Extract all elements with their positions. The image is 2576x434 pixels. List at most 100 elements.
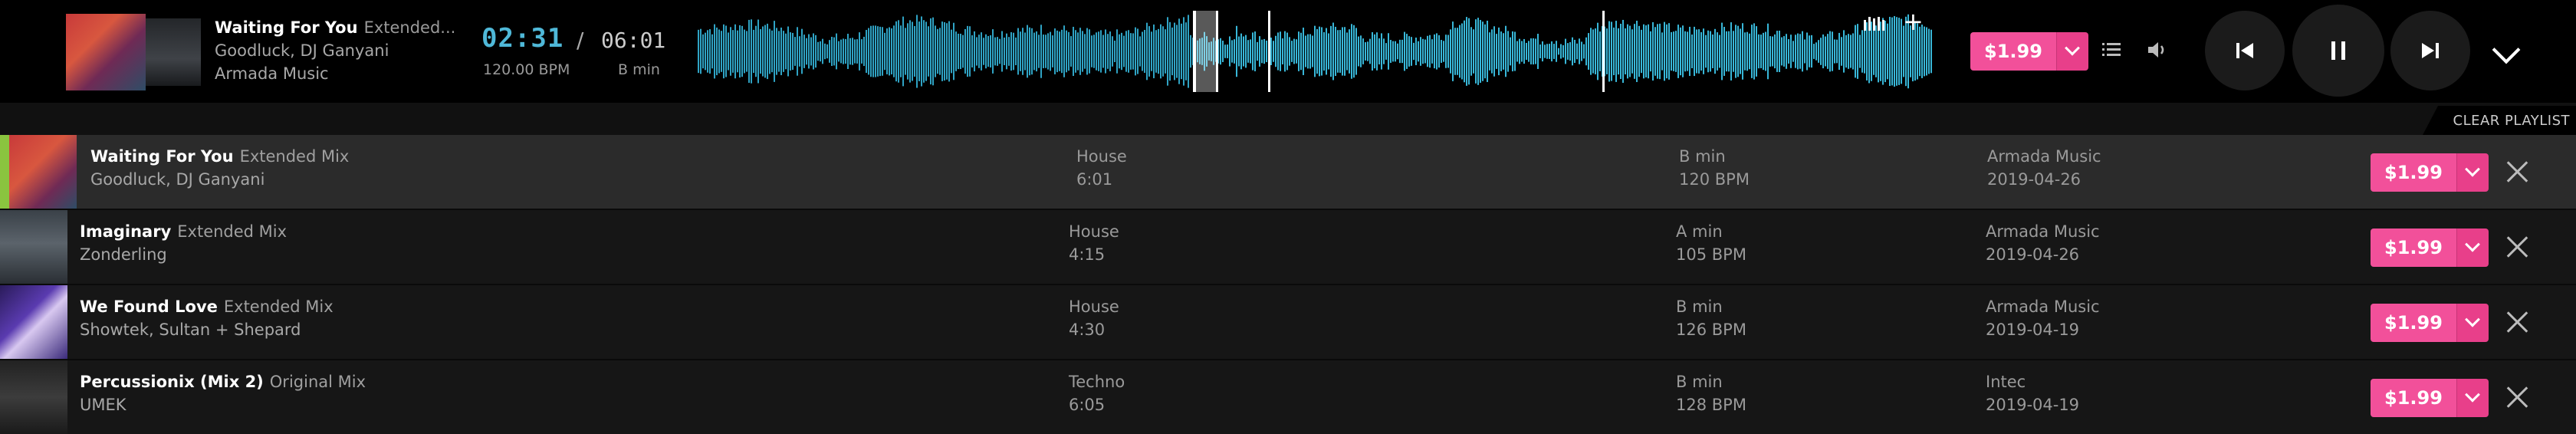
playlist-row[interactable]: Waiting For You Extended Mix Goodluck, DJ… xyxy=(0,135,2576,210)
remove-track-icon[interactable] xyxy=(2505,159,2530,184)
waveform-bar xyxy=(1493,26,1495,77)
waveform-bar xyxy=(1040,25,1042,78)
waveform-bar xyxy=(769,28,770,74)
waveform-bar xyxy=(1620,23,1622,80)
buy-options-dropdown[interactable] xyxy=(2456,229,2489,267)
waveform-view-icon[interactable] xyxy=(1863,15,1884,32)
buy-options-dropdown[interactable] xyxy=(2456,304,2489,342)
track-label[interactable]: Armada Music xyxy=(1986,298,2100,316)
waveform-bar xyxy=(1664,21,1665,81)
track-price[interactable]: $1.99 xyxy=(2371,229,2456,267)
waveform-bar xyxy=(1728,31,1730,72)
buy-options-dropdown[interactable] xyxy=(2055,32,2088,71)
waveform-bar xyxy=(1606,28,1608,74)
waveform-bar xyxy=(1926,27,1927,76)
track-artists[interactable]: Showtek, Sultan + Shepard xyxy=(80,321,301,339)
waveform-bar xyxy=(1438,35,1440,68)
waveform-bar xyxy=(1507,31,1509,72)
track-release-date: 2019-04-26 xyxy=(1986,245,2080,264)
waveform-seekbar[interactable] xyxy=(698,11,1932,92)
previous-track-button[interactable] xyxy=(2205,11,2285,90)
track-title[interactable]: Waiting For You xyxy=(90,147,234,166)
waveform-bar xyxy=(1528,41,1530,62)
now-playing-title[interactable]: Waiting For You xyxy=(215,18,358,37)
track-title[interactable]: We Found Love xyxy=(80,298,218,316)
playlist-row[interactable]: Imaginary Extended Mix Zonderling House 4… xyxy=(0,210,2576,285)
buy-button[interactable]: $1.99 xyxy=(2371,304,2489,342)
waveform-bar xyxy=(1523,38,1525,64)
waveform-bar xyxy=(1562,44,1564,58)
track-artists[interactable]: UMEK xyxy=(80,396,127,414)
waveform-bar xyxy=(1284,31,1286,72)
cue-marker[interactable] xyxy=(1216,11,1218,92)
waveform-bar xyxy=(905,28,906,75)
track-genre[interactable]: Techno xyxy=(1069,373,1125,391)
track-genre[interactable]: House xyxy=(1076,147,1127,166)
waveform-bar xyxy=(1100,30,1102,73)
clear-playlist-button[interactable]: CLEAR PLAYLIST xyxy=(2423,106,2576,135)
now-playing-label[interactable]: Armada Music xyxy=(215,64,460,83)
waveform-bar xyxy=(889,27,890,76)
waveform-bar xyxy=(1415,38,1417,65)
volume-icon[interactable] xyxy=(2147,41,2168,58)
buy-button[interactable]: $1.99 xyxy=(2371,379,2489,417)
now-playing-artists[interactable]: Goodluck, DJ Ganyani xyxy=(215,41,460,60)
collapse-player-icon[interactable] xyxy=(2492,35,2521,64)
now-playing-price[interactable]: $1.99 xyxy=(1970,32,2056,71)
now-playing-artwork[interactable] xyxy=(66,14,146,90)
cue-marker[interactable] xyxy=(1602,11,1605,92)
waveform-bar xyxy=(1079,28,1081,75)
track-genre[interactable]: House xyxy=(1069,298,1119,316)
track-title[interactable]: Percussionix (Mix 2) xyxy=(80,373,264,391)
track-price[interactable]: $1.99 xyxy=(2371,153,2456,192)
waveform-bar xyxy=(1418,41,1419,62)
buy-options-dropdown[interactable] xyxy=(2456,379,2489,417)
waveform-bar xyxy=(1167,17,1168,86)
waveform-bar xyxy=(1250,39,1251,64)
waveform-bar xyxy=(1107,34,1109,69)
waveform-bar xyxy=(1045,35,1046,68)
track-genre[interactable]: House xyxy=(1069,222,1119,241)
track-label[interactable]: Armada Music xyxy=(1986,222,2100,241)
track-artists[interactable]: Zonderling xyxy=(80,245,167,264)
track-label[interactable]: Intec xyxy=(1986,373,2026,391)
remove-track-icon[interactable] xyxy=(2505,385,2530,409)
waveform-bar xyxy=(734,24,736,79)
track-artwork[interactable] xyxy=(0,210,67,284)
waveform-bar xyxy=(964,28,966,74)
add-to-playlist-icon[interactable]: + xyxy=(1903,9,1924,34)
waveform-bar xyxy=(1691,34,1693,69)
waveform-bar xyxy=(1648,24,1649,79)
waveform-bar xyxy=(1369,38,1371,64)
waveform-bar xyxy=(1553,44,1555,59)
track-price[interactable]: $1.99 xyxy=(2371,304,2456,342)
buy-button[interactable]: $1.99 xyxy=(2371,229,2489,267)
playlist-row[interactable]: We Found Love Extended Mix Showtek, Sulta… xyxy=(0,285,2576,360)
track-price[interactable]: $1.99 xyxy=(2371,379,2456,417)
track-artwork[interactable] xyxy=(9,135,77,209)
track-title[interactable]: Imaginary xyxy=(80,222,171,241)
remove-track-icon[interactable] xyxy=(2505,310,2530,334)
now-playing-buy-button[interactable]: $1.99 xyxy=(1970,32,2088,71)
cue-marker[interactable] xyxy=(1268,11,1270,92)
waveform-bar xyxy=(732,30,734,73)
queue-icon[interactable] xyxy=(2102,43,2121,57)
remove-track-icon[interactable] xyxy=(2505,235,2530,259)
waveform-bar xyxy=(792,32,794,71)
waveform-bar xyxy=(1038,35,1040,68)
next-track-button[interactable] xyxy=(2390,11,2470,90)
waveform-bar xyxy=(1017,28,1019,75)
track-artwork[interactable] xyxy=(0,285,67,359)
waveform-bar xyxy=(1749,33,1750,70)
track-artwork[interactable] xyxy=(0,360,67,434)
track-artists[interactable]: Goodluck, DJ Ganyani xyxy=(90,170,264,189)
playlist-row[interactable]: Percussionix (Mix 2) Original Mix UMEK Te… xyxy=(0,360,2576,434)
waveform-bar xyxy=(1843,30,1845,73)
buy-button[interactable]: $1.99 xyxy=(2371,153,2489,192)
waveform-bar xyxy=(1613,27,1615,76)
pause-button[interactable] xyxy=(2292,5,2384,97)
waveform-bar xyxy=(1850,35,1852,68)
buy-options-dropdown[interactable] xyxy=(2456,153,2489,192)
track-label[interactable]: Armada Music xyxy=(1987,147,2101,166)
track-bpm: 126 BPM xyxy=(1676,321,1746,339)
